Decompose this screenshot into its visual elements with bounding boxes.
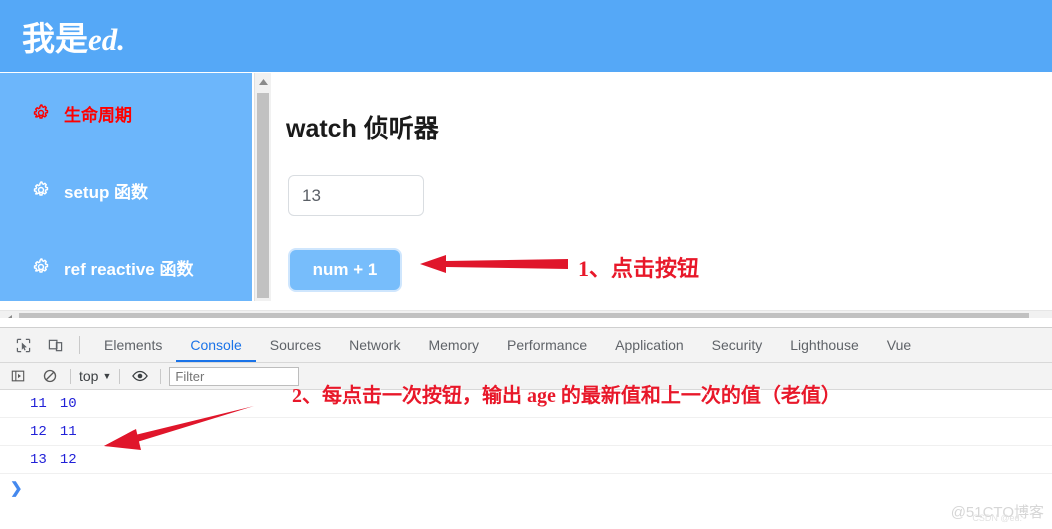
gear-icon [33,181,49,196]
tab-vue[interactable]: Vue [873,328,925,362]
site-logo-en: ed. [88,22,126,57]
page-title: watch 侦听器 [286,115,439,143]
console-prompt-chevron-icon: ❯ [10,480,23,497]
tab-lighthouse[interactable]: Lighthouse [776,328,873,362]
toolbar-divider [79,336,80,354]
annotation-text-1: 1、点击按钮 [578,256,700,281]
tab-performance[interactable]: Performance [493,328,601,362]
scroll-left-arrow-icon[interactable] [0,311,17,318]
console-sidebar-icon[interactable] [6,365,30,387]
page-vertical-scrollbar[interactable] [254,73,271,301]
console-prompt-row[interactable]: ❯ [0,474,1052,502]
toolbar-divider [160,368,162,384]
console-context-select[interactable]: top ▼ [79,368,111,384]
device-toolbar-icon[interactable] [41,331,69,359]
sidebar-item-ref-reactive[interactable]: ref reactive 函数 [0,247,252,287]
watermark-sub: CSDN @ed. [972,513,1022,523]
toolbar-divider [119,368,121,384]
scroll-up-arrow-icon[interactable] [255,73,271,90]
sidebar-item-label: ref reactive 函数 [64,259,194,279]
site-header: 我是ed. [0,0,1052,72]
eye-icon[interactable] [128,365,152,387]
console-value-old: 12 [59,451,77,468]
sidebar-item-setup[interactable]: setup 函数 [0,170,252,210]
console-value-old: 10 [59,395,77,412]
annotation-arrow-1 [420,255,568,273]
tab-security[interactable]: Security [698,328,777,362]
toolbar-divider [70,368,71,384]
sidebar: 生命周期 setup 函数 ref reactive 函数 [0,73,252,301]
sidebar-item-label: 生命周期 [64,105,132,125]
tab-application[interactable]: Application [601,328,698,362]
console-value-old: 11 [59,423,77,440]
page-horizontal-scrollbar[interactable] [0,310,1052,318]
annotation-arrow-2 [104,406,254,450]
num-input[interactable] [288,175,424,216]
site-logo-cn: 我是 [22,20,88,57]
increment-button[interactable]: num + 1 [288,248,402,292]
gear-icon [33,258,49,273]
tab-network[interactable]: Network [335,328,414,362]
annotation-text-2: 2、每点击一次按钮，输出 age 的最新值和上一次的值（老值） [292,385,841,407]
clear-console-icon[interactable] [38,365,62,387]
console-value-new: 13 [30,451,47,468]
console-value-new: 11 [30,395,47,412]
sidebar-item-lifecycle[interactable]: 生命周期 [0,93,252,133]
gear-icon [33,104,49,119]
sidebar-item-label: setup 函数 [64,182,149,202]
tab-memory[interactable]: Memory [414,328,493,362]
tab-sources[interactable]: Sources [256,328,335,362]
inspect-element-icon[interactable] [9,331,37,359]
console-context-label: top [79,368,99,384]
console-value-new: 12 [30,423,47,440]
console-filter-input[interactable] [169,366,300,386]
site-logo: 我是ed. [22,12,125,60]
devtools-tab-bar: Elements Console Sources Network Memory … [0,328,1052,363]
browser-page-viewport: 我是ed. 生命周期 setup 函数 ref reactive 函数 watc… [0,0,1052,318]
horizontal-scrollbar-thumb[interactable] [19,313,1029,318]
tab-elements[interactable]: Elements [90,328,176,362]
tab-console[interactable]: Console [176,328,256,362]
vertical-scrollbar-thumb[interactable] [257,93,269,298]
chevron-down-icon: ▼ [102,371,112,381]
